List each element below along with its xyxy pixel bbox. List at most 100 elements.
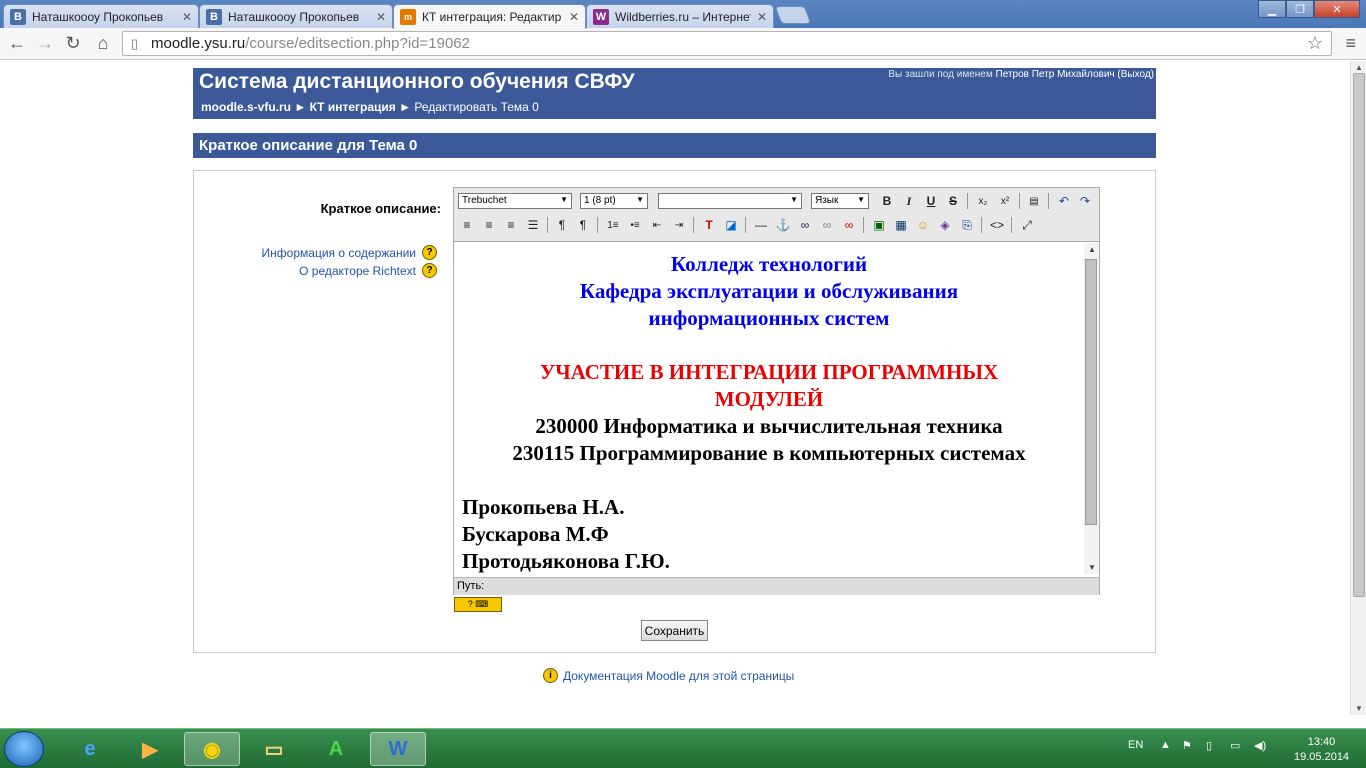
richtext-editor: Trebuchet 1 (8 pt) Язык B I U S x₂ x² ▤ …: [453, 187, 1100, 595]
align-right-icon[interactable]: ≡: [502, 216, 520, 234]
font-size-select[interactable]: 1 (8 pt): [580, 193, 648, 209]
language-indicator[interactable]: EN: [1128, 739, 1143, 751]
insert-image-icon[interactable]: ▣: [870, 216, 888, 234]
toolbar-divider: [597, 217, 598, 233]
file-explorer-icon[interactable]: ▭: [246, 732, 302, 766]
scroll-up-arrow-icon[interactable]: ▲: [1088, 245, 1096, 254]
page-scroll-thumb[interactable]: [1353, 73, 1365, 597]
address-toolbar: ← → ↻ ⌂ ▯ moodle.ysu.ru/course/editsecti…: [0, 28, 1366, 60]
minimize-icon[interactable]: ▁: [1258, 0, 1286, 18]
forward-arrow-icon[interactable]: →: [34, 33, 56, 54]
action-center-flag-icon[interactable]: ⚑: [1182, 739, 1192, 752]
editor-toolbar: Trebuchet 1 (8 pt) Язык B I U S x₂ x² ▤ …: [454, 188, 1099, 242]
close-tab-icon[interactable]: ✕: [376, 10, 386, 24]
richtext-help-link[interactable]: О редакторе Richtext?: [299, 263, 437, 278]
moodle-docs-link[interactable]: i Документация Moodle для этой страницы: [543, 668, 794, 683]
fullscreen-icon[interactable]: ⤢: [1018, 216, 1036, 234]
toolbar-divider: [1019, 193, 1020, 209]
browser-tab-3-active[interactable]: m КТ интеграция: Редактир ✕: [393, 4, 586, 29]
page-scrollbar[interactable]: ▲ ▼: [1350, 61, 1366, 715]
browser-tab-1[interactable]: В Наташкоооу Прокопьев ✕: [3, 4, 199, 28]
content-help-link[interactable]: Информация о содержании?: [262, 245, 437, 260]
word-icon[interactable]: W: [370, 732, 426, 766]
rtl-direction-icon[interactable]: ¶: [574, 216, 592, 234]
html-source-icon[interactable]: <>: [988, 216, 1006, 234]
redo-icon[interactable]: ↷: [1076, 192, 1094, 210]
nolink-icon[interactable]: ∞: [840, 216, 858, 234]
tab-label: Наташкоооу Прокопьев: [32, 9, 164, 24]
undo-icon[interactable]: ↶: [1055, 192, 1073, 210]
insert-link-icon[interactable]: ∞: [796, 216, 814, 234]
bookmark-star-icon[interactable]: ☆: [1307, 33, 1323, 54]
back-arrow-icon[interactable]: ←: [6, 33, 28, 54]
close-tab-icon[interactable]: ✕: [757, 10, 767, 24]
editor-scrollbar[interactable]: ▲ ▼: [1084, 243, 1099, 574]
font-family-select[interactable]: Trebuchet: [458, 193, 572, 209]
underline-icon[interactable]: U: [922, 192, 940, 210]
show-hidden-icons-icon[interactable]: ▲: [1160, 739, 1171, 751]
new-tab-button[interactable]: [774, 6, 812, 24]
bold-icon[interactable]: B: [878, 192, 896, 210]
browser-tab-2[interactable]: В Наташкоооу Прокопьев ✕: [199, 4, 393, 28]
insert-table-icon[interactable]: ▦: [892, 216, 910, 234]
menu-icon[interactable]: ≡: [1345, 33, 1356, 54]
align-justify-icon[interactable]: ☰: [524, 216, 542, 234]
home-icon[interactable]: ⌂: [92, 33, 114, 54]
editor-content-area[interactable]: Колледж технологий Кафедра эксплуатации и…: [454, 243, 1084, 574]
editor-author-line: Прокопьева Н.А.: [462, 495, 625, 519]
network-icon[interactable]: ▭: [1230, 739, 1240, 752]
browser-tab-4[interactable]: W Wildberries.ru – Интернет ✕: [586, 4, 774, 28]
editor-path-bar: Путь:: [454, 577, 1099, 595]
scroll-down-arrow-icon[interactable]: ▼: [1355, 704, 1363, 713]
editor-centered-line: [462, 467, 1076, 494]
subscript-icon[interactable]: x₂: [974, 192, 992, 210]
keyboard-help-icon[interactable]: ? ⌨: [454, 597, 502, 612]
editor-scroll-thumb[interactable]: [1085, 259, 1097, 525]
background-color-icon[interactable]: ◪: [722, 216, 740, 234]
horizontal-rule-icon[interactable]: —: [752, 216, 770, 234]
breadcrumb-home-link[interactable]: moodle.s-vfu.ru: [201, 100, 291, 114]
text-color-icon[interactable]: T: [700, 216, 718, 234]
volume-icon[interactable]: ◀): [1254, 739, 1266, 752]
start-button[interactable]: [4, 731, 44, 767]
wildberries-favicon-icon: W: [593, 8, 609, 25]
format-select[interactable]: [658, 193, 802, 209]
system-clock[interactable]: 13:40 19.05.2014: [1294, 735, 1349, 765]
ordered-list-icon[interactable]: 1≡: [604, 216, 622, 234]
strikethrough-icon[interactable]: S: [944, 192, 962, 210]
maximize-icon[interactable]: ❐: [1286, 0, 1314, 18]
save-button[interactable]: Сохранить: [641, 620, 708, 641]
smiley-icon[interactable]: ☺: [914, 216, 932, 234]
url-input[interactable]: ▯ moodle.ysu.ru/course/editsection.php?i…: [122, 31, 1332, 56]
scroll-down-arrow-icon[interactable]: ▼: [1088, 563, 1096, 572]
vk-favicon-icon: В: [206, 8, 222, 25]
close-tab-icon[interactable]: ✕: [182, 10, 192, 24]
indent-icon[interactable]: ⇥: [670, 216, 688, 234]
italic-icon[interactable]: I: [900, 192, 918, 210]
close-window-icon[interactable]: ✕: [1314, 0, 1360, 18]
search-replace-icon[interactable]: ⎘: [958, 216, 976, 234]
close-tab-icon[interactable]: ✕: [569, 10, 579, 24]
unordered-list-icon[interactable]: •≡: [626, 216, 644, 234]
anchor-icon[interactable]: ⚓: [774, 216, 792, 234]
chrome-icon[interactable]: ◉: [184, 732, 240, 766]
unlink-icon[interactable]: ∞: [818, 216, 836, 234]
device-icon[interactable]: ▯: [1206, 739, 1212, 752]
login-user-link[interactable]: Петров Петр Михайлович (Выход): [996, 69, 1154, 80]
superscript-icon[interactable]: x²: [996, 192, 1014, 210]
align-left-icon[interactable]: ≡: [458, 216, 476, 234]
reload-icon[interactable]: ↻: [62, 33, 84, 54]
scroll-up-arrow-icon[interactable]: ▲: [1355, 63, 1363, 72]
align-center-icon[interactable]: ≡: [480, 216, 498, 234]
ltr-direction-icon[interactable]: ¶: [553, 216, 571, 234]
paste-word-icon[interactable]: ▤: [1025, 192, 1043, 210]
breadcrumb-course-link[interactable]: КТ интеграция: [310, 100, 396, 114]
internet-explorer-icon[interactable]: e: [62, 732, 118, 766]
special-char-icon[interactable]: ◈: [936, 216, 954, 234]
language-select[interactable]: Язык: [811, 193, 869, 209]
editor-centered-line: 230115 Программирование в компьютерных с…: [512, 441, 1026, 465]
media-player-icon[interactable]: ▶: [122, 732, 178, 766]
window-controls: ▁ ❐ ✕: [1258, 0, 1360, 18]
green-a-app-icon[interactable]: A: [308, 732, 364, 766]
outdent-icon[interactable]: ⇤: [648, 216, 666, 234]
